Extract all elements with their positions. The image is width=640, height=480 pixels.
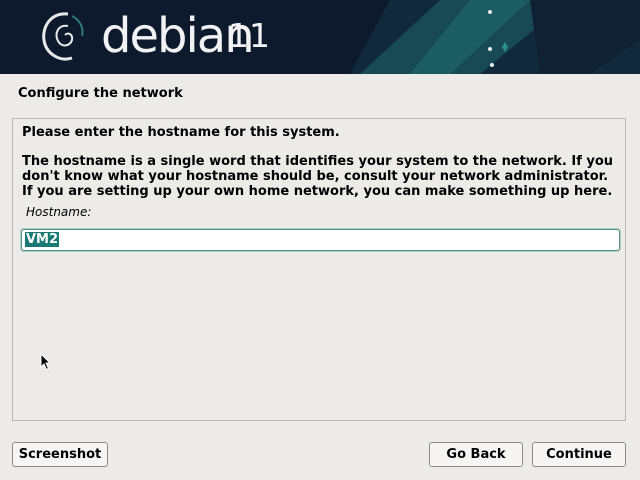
hostname-value: VM2: [25, 232, 60, 247]
hostname-description: The hostname is a single word that ident…: [22, 154, 614, 199]
hostname-label: Hostname:: [26, 205, 92, 219]
go-back-button[interactable]: Go Back: [429, 442, 523, 467]
page-title: Configure the network: [18, 86, 183, 101]
screenshot-button[interactable]: Screenshot: [12, 442, 108, 467]
banner-artwork: [350, 0, 640, 74]
mouse-pointer-icon: [40, 353, 52, 371]
debian-banner: debian 11: [0, 0, 640, 74]
continue-button[interactable]: Continue: [532, 442, 626, 467]
debian-version: 11: [228, 16, 270, 55]
hostname-input[interactable]: VM2: [21, 229, 620, 251]
debian-swirl-logo: [42, 12, 84, 61]
hostname-prompt: Please enter the hostname for this syste…: [22, 125, 340, 140]
hostname-panel: Please enter the hostname for this syste…: [12, 118, 626, 421]
